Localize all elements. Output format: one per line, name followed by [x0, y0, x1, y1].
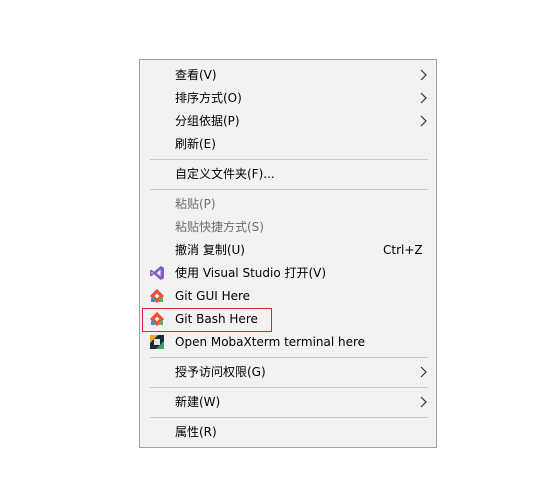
menu-item-label: 粘贴(P): [175, 197, 216, 211]
menu-separator: [150, 387, 428, 388]
visual-studio-icon: [150, 266, 164, 280]
menu-item-git-gui[interactable]: Git GUI Here: [141, 285, 437, 307]
chevron-right-icon: [420, 115, 427, 127]
menu-item-label: 排序方式(O): [175, 91, 242, 105]
menu-item-customize[interactable]: 自定义文件夹(F)...: [141, 163, 437, 185]
menu-separator: [150, 159, 428, 160]
menu-separator: [150, 357, 428, 358]
chevron-right-icon: [420, 396, 427, 408]
highlight-box: [142, 308, 272, 332]
menu-item-label: 自定义文件夹(F)...: [175, 167, 275, 181]
menu-item-label: 属性(R): [175, 425, 217, 439]
menu-item-mobaxterm[interactable]: Open MobaXterm terminal here: [141, 331, 437, 353]
menu-item-label: 新建(W): [175, 395, 221, 409]
menu-item-label: 查看(V): [175, 68, 217, 82]
menu-item-label: 分组依据(P): [175, 114, 240, 128]
menu-item-properties[interactable]: 属性(R): [141, 421, 437, 443]
menu-item-label: 使用 Visual Studio 打开(V): [175, 266, 327, 280]
chevron-right-icon: [420, 366, 427, 378]
menu-item-label: Open MobaXterm terminal here: [175, 335, 366, 349]
menu-item-give-access[interactable]: 授予访问权限(G): [141, 361, 437, 383]
menu-item-label: 粘贴快捷方式(S): [175, 220, 264, 234]
menu-item-label: 授予访问权限(G): [175, 365, 266, 379]
menu-item-view[interactable]: 查看(V): [141, 64, 437, 86]
menu-item-undo-copy[interactable]: 撤消 复制(U) Ctrl+Z: [141, 239, 437, 261]
menu-item-open-visual-studio[interactable]: 使用 Visual Studio 打开(V): [141, 262, 437, 284]
menu-separator: [150, 417, 428, 418]
context-menu: 查看(V) 排序方式(O) 分组依据(P) 刷新(E) 自定义文件夹(F)...…: [139, 59, 437, 448]
menu-item-paste[interactable]: 粘贴(P): [141, 193, 437, 215]
chevron-right-icon: [420, 69, 427, 81]
menu-item-paste-shortcut[interactable]: 粘贴快捷方式(S): [141, 216, 437, 238]
menu-item-refresh[interactable]: 刷新(E): [141, 133, 437, 155]
menu-item-label: 撤消 复制(U): [175, 243, 245, 257]
menu-item-label: 刷新(E): [175, 137, 216, 151]
menu-item-group[interactable]: 分组依据(P): [141, 110, 437, 132]
git-icon: [149, 288, 165, 304]
menu-item-new[interactable]: 新建(W): [141, 391, 437, 413]
chevron-right-icon: [420, 92, 427, 104]
menu-item-shortcut: Ctrl+Z: [383, 243, 423, 257]
mobaxterm-icon: [150, 335, 164, 349]
menu-separator: [150, 189, 428, 190]
menu-item-label: Git GUI Here: [175, 289, 251, 303]
menu-item-sort[interactable]: 排序方式(O): [141, 87, 437, 109]
